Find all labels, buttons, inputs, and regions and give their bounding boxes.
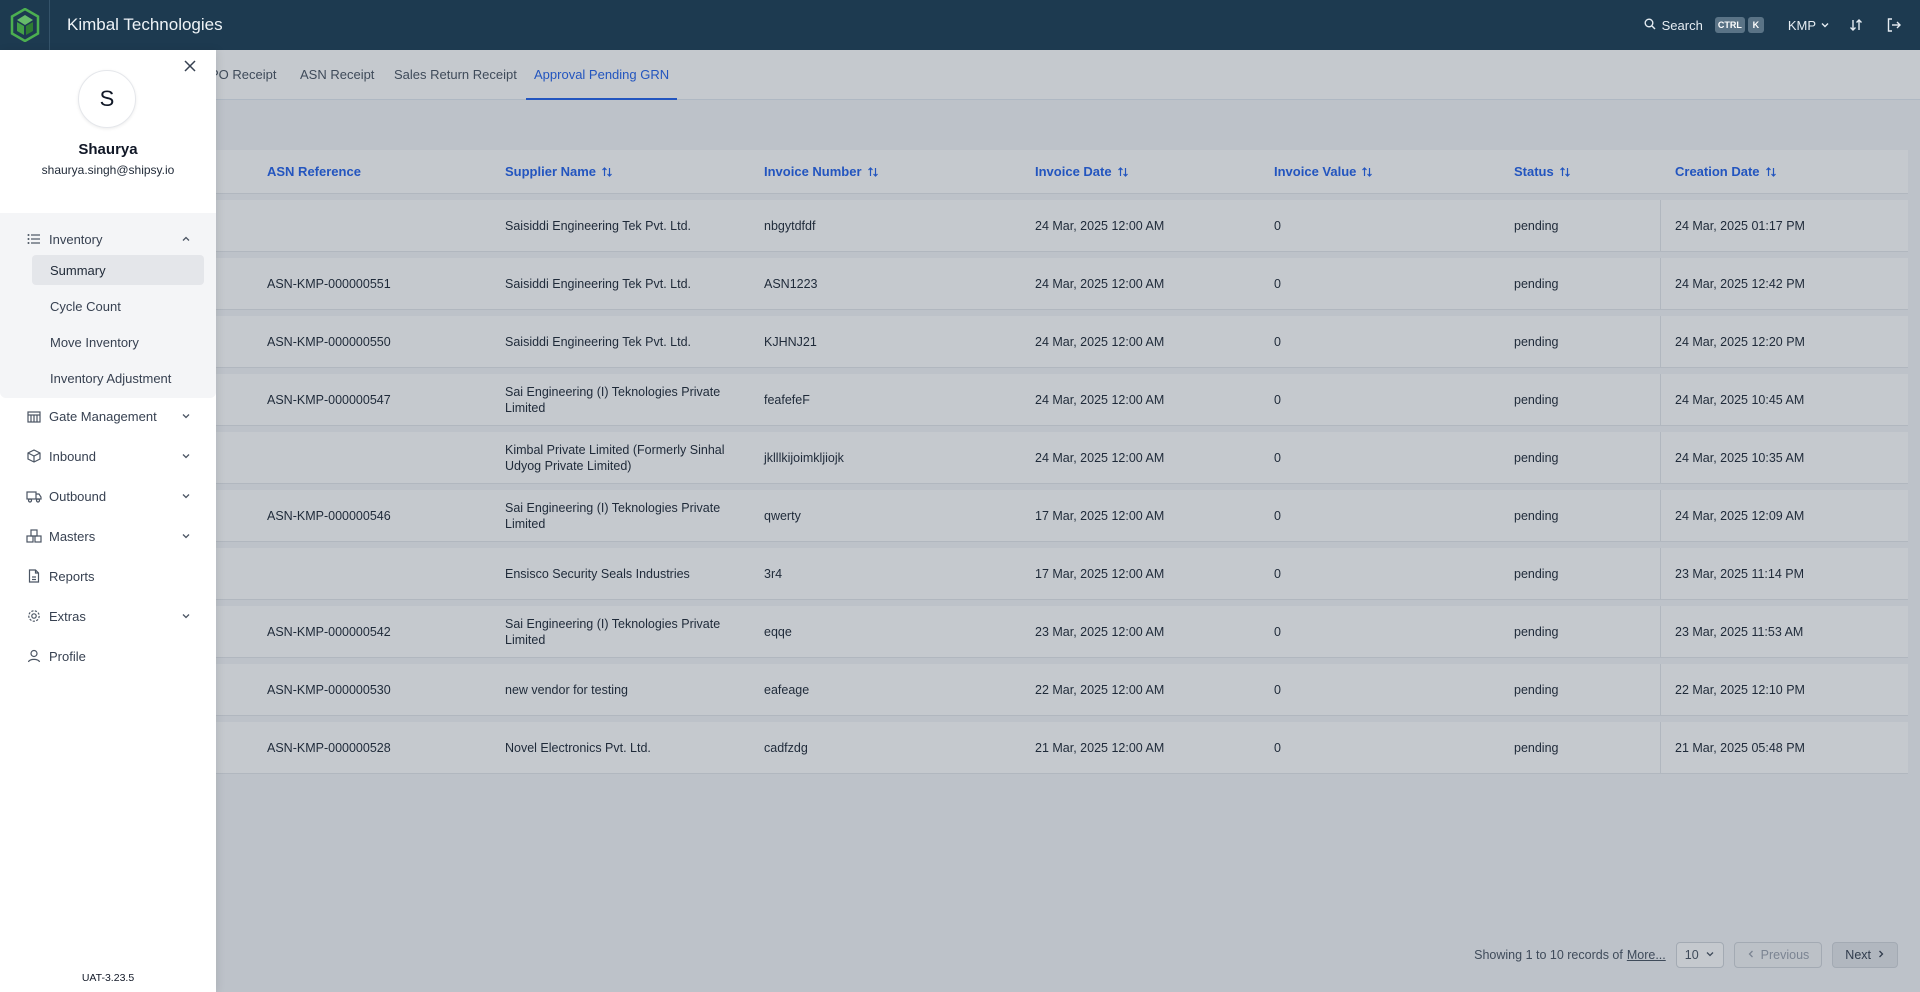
sub-item-inventory-adjustment[interactable]: Inventory Adjustment	[32, 363, 204, 393]
reports-icon	[26, 568, 42, 584]
sub-item-cycle-count[interactable]: Cycle Count	[32, 291, 204, 321]
nav-label: Extras	[49, 608, 86, 624]
nav-item-inventory[interactable]: Inventory	[0, 225, 216, 253]
search-icon	[1644, 18, 1656, 33]
truck-icon	[26, 488, 42, 504]
nav-label: Masters	[49, 528, 96, 544]
nav-item-reports[interactable]: Reports	[0, 562, 216, 590]
chevron-down-icon	[180, 450, 192, 462]
chevron-down-icon	[180, 490, 192, 502]
masters-icon	[26, 528, 42, 544]
nav-item-inbound[interactable]: Inbound	[0, 442, 216, 470]
brand-name: Kimbal Technologies	[67, 15, 223, 34]
chevron-down-icon	[180, 530, 192, 542]
nav-item-masters[interactable]: Masters	[0, 522, 216, 550]
avatar: S	[78, 70, 136, 128]
kbd-ctrl: CTRL	[1714, 17, 1745, 33]
extras-gear-icon	[26, 608, 42, 624]
global-search-button[interactable]: Search CTRL K	[1644, 17, 1764, 33]
search-label: Search	[1661, 17, 1703, 33]
inventory-group: Inventory Summary Cycle Count Move Inven…	[0, 213, 216, 398]
profile-card: S Shaurya shaurya.singh@shipsy.io	[0, 50, 216, 200]
app-logo-icon[interactable]	[0, 0, 50, 50]
nav-item-gate-management[interactable]: Gate Management	[0, 402, 216, 430]
sub-item-summary[interactable]: Summary	[32, 255, 204, 285]
sort-order-icon[interactable]	[1844, 13, 1868, 37]
nav-label: Outbound	[49, 488, 107, 504]
sub-item-move-inventory[interactable]: Move Inventory	[32, 327, 204, 357]
nav-label: Inventory	[49, 231, 103, 247]
gate-icon	[26, 408, 42, 424]
nav-item-extras[interactable]: Extras	[0, 602, 216, 630]
chevron-down-icon	[180, 610, 192, 622]
logout-icon[interactable]	[1882, 13, 1906, 37]
close-icon[interactable]	[180, 56, 200, 76]
nav-label: Gate Management	[49, 408, 157, 424]
nav-item-profile[interactable]: Profile	[0, 642, 216, 670]
chevron-down-icon	[1820, 18, 1830, 33]
drawer-backdrop[interactable]	[0, 50, 1920, 992]
kbd-k: K	[1747, 17, 1764, 33]
list-icon	[26, 231, 42, 247]
nav-label: Reports	[49, 568, 95, 584]
profile-user-icon	[26, 648, 42, 664]
nav-item-outbound[interactable]: Outbound	[0, 482, 216, 510]
chevron-down-icon	[180, 410, 192, 422]
nav-label: Inbound	[49, 448, 96, 464]
user-email: shaurya.singh@shipsy.io	[41, 163, 175, 177]
inbound-box-icon	[26, 448, 42, 464]
nav-label: Profile	[49, 648, 86, 664]
chevron-up-icon	[180, 233, 192, 245]
app-version: UAT-3.23.5	[81, 972, 135, 984]
side-drawer: S Shaurya shaurya.singh@shipsy.io Invent…	[0, 50, 216, 992]
user-name: Shaurya	[78, 141, 138, 158]
top-bar: Kimbal Technologies Search CTRL K KMP	[0, 0, 1920, 50]
tenant-label: KMP	[1787, 17, 1816, 33]
tenant-selector[interactable]: KMP	[1788, 18, 1830, 33]
